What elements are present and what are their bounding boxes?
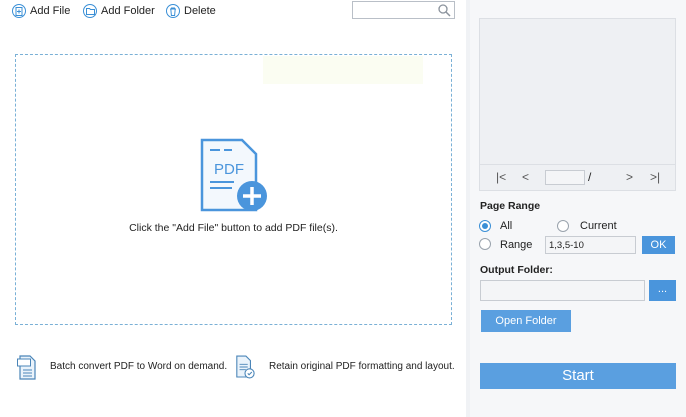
radio-range[interactable]: [479, 238, 491, 250]
ok-button[interactable]: OK: [642, 236, 675, 254]
page-number-input[interactable]: [545, 170, 585, 185]
output-folder-label: Output Folder:: [480, 264, 553, 276]
add-file-label: Add File: [30, 5, 71, 17]
watermark-area: [263, 56, 423, 84]
pdf-format-icon: [236, 355, 255, 379]
last-page-button[interactable]: >|: [650, 170, 660, 184]
radio-all[interactable]: [479, 220, 491, 232]
search-icon[interactable]: [437, 3, 451, 17]
range-input[interactable]: [545, 236, 636, 254]
prev-page-button[interactable]: <: [522, 170, 529, 184]
pdf-doc-icon: [17, 355, 36, 380]
delete-label: Delete: [184, 5, 216, 17]
add-folder-button[interactable]: Add Folder: [83, 3, 155, 19]
add-pdf-icon[interactable]: PDF: [200, 138, 270, 214]
drop-hint-text: Click the "Add File" button to add PDF f…: [129, 222, 338, 234]
add-folder-label: Add Folder: [101, 5, 155, 17]
page-separator: /: [588, 170, 592, 184]
add-file-icon: [12, 4, 26, 18]
pdf-icon-text: PDF: [214, 161, 244, 178]
radio-range-label[interactable]: Range: [500, 239, 532, 251]
page-range-label: Page Range: [480, 200, 541, 212]
next-page-button[interactable]: >: [626, 170, 633, 184]
radio-current-label[interactable]: Current: [580, 220, 617, 232]
browse-folder-button[interactable]: ...: [649, 280, 676, 301]
open-folder-button[interactable]: Open Folder: [481, 310, 571, 332]
delete-button[interactable]: Delete: [166, 3, 216, 19]
feature-format-text: Retain original PDF formatting and layou…: [269, 361, 455, 372]
page-navigator: |< < / > >|: [479, 165, 676, 191]
trash-icon: [166, 4, 180, 18]
add-folder-icon: [83, 4, 97, 18]
search-input[interactable]: [352, 1, 455, 19]
feature-batch-text: Batch convert PDF to Word on demand.: [50, 361, 228, 372]
start-button[interactable]: Start: [480, 363, 676, 389]
output-folder-field[interactable]: [480, 280, 645, 301]
radio-all-label[interactable]: All: [500, 220, 512, 232]
radio-current[interactable]: [557, 220, 569, 232]
preview-area: [479, 18, 676, 165]
first-page-button[interactable]: |<: [496, 170, 506, 184]
add-file-button[interactable]: Add File: [12, 3, 70, 19]
